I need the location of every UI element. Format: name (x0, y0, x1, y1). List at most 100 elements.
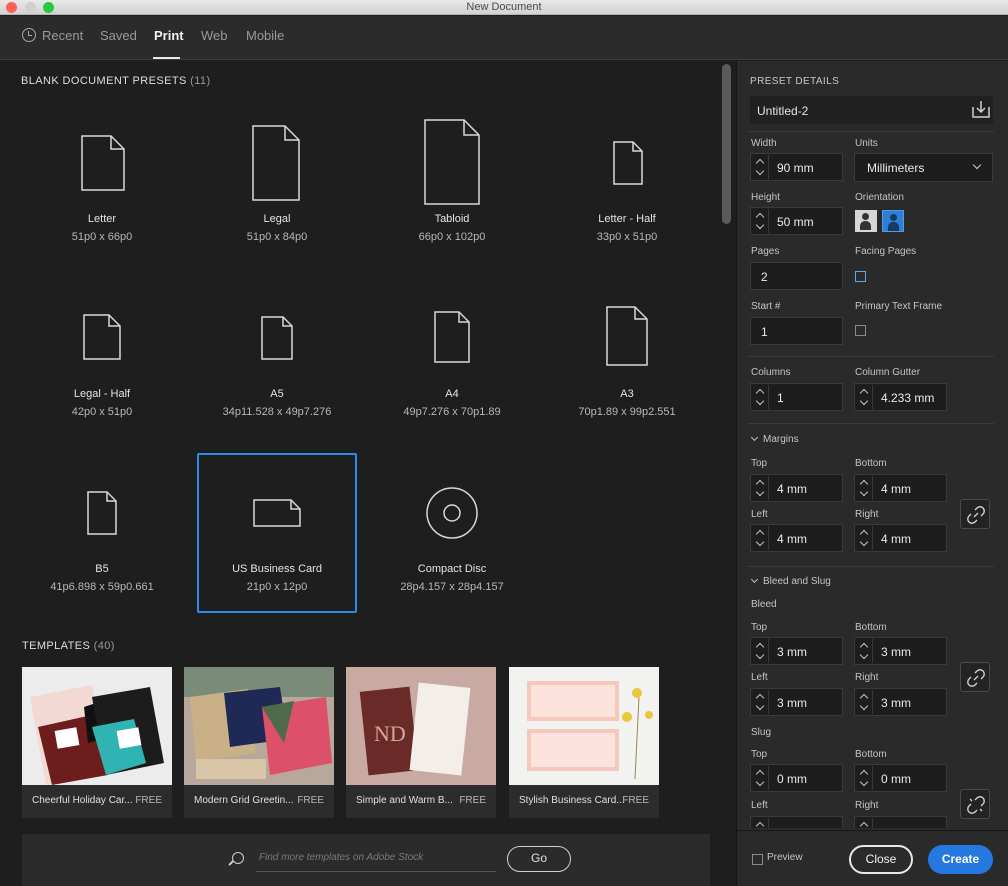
stock-search-input[interactable]: Find more templates on Adobe Stock (256, 848, 496, 872)
bleed-bottom-stepper[interactable] (856, 639, 873, 663)
close-button[interactable]: Close (849, 845, 913, 874)
start-page-field[interactable]: 1 (750, 317, 843, 345)
columns-field[interactable]: 1 (750, 383, 843, 411)
divider (748, 131, 994, 132)
preset-dimensions: 34p11.528 x 49p7.276 (222, 406, 332, 418)
height-field[interactable]: 50 mm (750, 207, 843, 235)
preset-tabloid[interactable]: Tabloid 66p0 x 102p0 (372, 103, 532, 263)
margin-right-field[interactable]: 4 mm (854, 524, 947, 552)
margin-left-label: Left (751, 509, 768, 520)
document-icon (613, 141, 643, 185)
bleed-right-field[interactable]: 3 mm (854, 688, 947, 716)
preset-letter[interactable]: Letter 51p0 x 66p0 (22, 103, 182, 263)
gutter-stepper[interactable] (856, 385, 873, 409)
bleed-left-field[interactable]: 3 mm (750, 688, 843, 716)
chevron-down-icon (750, 433, 759, 442)
height-stepper[interactable] (752, 209, 769, 233)
margin-top-stepper[interactable] (752, 476, 769, 500)
facing-pages-checkbox[interactable] (855, 271, 866, 282)
template-card[interactable]: ND Simple and Warm B... FREE (346, 667, 496, 818)
slug-bottom-stepper[interactable] (856, 766, 873, 790)
preview-checkbox[interactable] (752, 854, 763, 865)
preset-us-business-card[interactable]: US Business Card 21p0 x 12p0 (197, 453, 357, 613)
slug-right-field[interactable] (854, 816, 947, 828)
slug-right-stepper[interactable] (856, 818, 873, 828)
slug-label: Slug (751, 727, 772, 738)
document-name-field[interactable]: Untitled-2 (750, 96, 993, 124)
bleed-right-stepper[interactable] (856, 690, 873, 714)
preset-name: Compact Disc (417, 563, 487, 575)
template-title: Modern Grid Greetin... (194, 795, 294, 806)
clock-icon[interactable] (22, 28, 36, 42)
template-thumbnail (509, 667, 659, 785)
margin-top-field[interactable]: 4 mm (750, 474, 843, 502)
template-card[interactable]: Modern Grid Greetin... FREE (184, 667, 334, 818)
link-slug-button[interactable] (960, 789, 990, 819)
portrait-orientation-button[interactable] (855, 210, 877, 232)
preset-a4[interactable]: A4 49p7.276 x 70p1.89 (372, 278, 532, 438)
slug-top-stepper[interactable] (752, 766, 769, 790)
preset-b5[interactable]: B5 41p6.898 x 59p0.661 (22, 453, 182, 613)
column-gutter-field[interactable]: 4.233 mm (854, 383, 947, 411)
presets-scrollbar[interactable] (722, 64, 731, 224)
tab-mobile[interactable]: Mobile (246, 28, 284, 43)
bleed-left-stepper[interactable] (752, 690, 769, 714)
link-icon (967, 506, 985, 524)
bleed-top-field[interactable]: 3 mm (750, 637, 843, 665)
landscape-orientation-button[interactable] (882, 210, 904, 232)
width-field[interactable]: 90 mm (750, 153, 843, 181)
blank-presets-heading: BLANK DOCUMENT PRESETS (11) (21, 75, 211, 87)
slug-bottom-field[interactable]: 0 mm (854, 764, 947, 792)
margin-right-stepper[interactable] (856, 526, 873, 550)
preset-name: US Business Card (232, 563, 322, 575)
preset-a5[interactable]: A5 34p11.528 x 49p7.276 (197, 278, 357, 438)
pages-field[interactable]: 2 (750, 262, 843, 290)
slug-bottom-label: Bottom (855, 749, 887, 760)
link-bleed-button[interactable] (960, 662, 990, 692)
width-label: Width (751, 138, 777, 149)
document-icon (81, 135, 125, 191)
preset-legal-half[interactable]: Legal - Half 42p0 x 51p0 (22, 278, 182, 438)
columns-stepper[interactable] (752, 385, 769, 409)
link-margins-button[interactable] (960, 499, 990, 529)
preset-compact-disc[interactable]: Compact Disc 28p4.157 x 28p4.157 (372, 453, 532, 613)
divider (748, 356, 994, 357)
primary-text-frame-checkbox[interactable] (855, 325, 866, 336)
tab-print[interactable]: Print (154, 28, 184, 43)
bleed-top-label: Top (751, 622, 768, 633)
save-preset-icon[interactable] (971, 99, 991, 119)
go-button[interactable]: Go (507, 846, 571, 872)
slug-left-field[interactable] (750, 816, 843, 828)
preset-dimensions: 51p0 x 66p0 (71, 231, 133, 243)
document-icon (252, 125, 300, 201)
margin-left-stepper[interactable] (752, 526, 769, 550)
margin-left-field[interactable]: 4 mm (750, 524, 843, 552)
margin-bottom-field[interactable]: 4 mm (854, 474, 947, 502)
preset-a3[interactable]: A3 70p1.89 x 99p2.551 (547, 278, 707, 438)
template-card[interactable]: Cheerful Holiday Car... FREE (22, 667, 172, 818)
margins-section-toggle[interactable]: Margins (750, 433, 799, 445)
tab-recent[interactable]: Recent (42, 28, 83, 43)
preset-letter-half[interactable]: Letter - Half 33p0 x 51p0 (547, 103, 707, 263)
tab-web[interactable]: Web (201, 28, 228, 43)
preset-legal[interactable]: Legal 51p0 x 84p0 (197, 103, 357, 263)
bleed-bottom-label: Bottom (855, 622, 887, 633)
margin-bottom-stepper[interactable] (856, 476, 873, 500)
slug-top-field[interactable]: 0 mm (750, 764, 843, 792)
preset-name: B5 (95, 563, 109, 575)
template-price: FREE (135, 795, 162, 806)
slug-left-stepper[interactable] (752, 818, 769, 828)
tab-saved[interactable]: Saved (100, 28, 137, 43)
bleed-slug-section-toggle[interactable]: Bleed and Slug (750, 575, 831, 587)
margin-bottom-label: Bottom (855, 458, 887, 469)
width-stepper[interactable] (752, 155, 769, 179)
template-card[interactable]: Stylish Business Card... FREE (509, 667, 659, 818)
units-select[interactable]: Millimeters (854, 153, 993, 182)
margin-right-label: Right (855, 509, 879, 520)
bleed-bottom-field[interactable]: 3 mm (854, 637, 947, 665)
create-button[interactable]: Create (928, 845, 993, 874)
document-icon (87, 491, 117, 535)
chevron-down-icon (972, 160, 982, 170)
bleed-right-label: Right (855, 672, 879, 683)
bleed-top-stepper[interactable] (752, 639, 769, 663)
